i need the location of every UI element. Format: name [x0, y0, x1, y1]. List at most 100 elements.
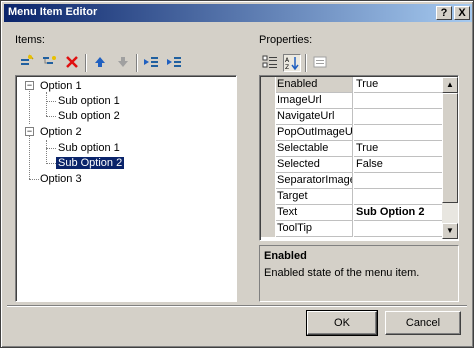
- svg-text:Z: Z: [285, 64, 289, 71]
- svg-text:A: A: [285, 57, 290, 64]
- tree-connector: [46, 116, 56, 117]
- property-value[interactable]: Sub Option 2: [354, 205, 443, 221]
- close-button[interactable]: X: [454, 6, 470, 20]
- add-root-item-icon[interactable]: [17, 54, 35, 72]
- add-child-item-icon[interactable]: [40, 54, 58, 72]
- window-title: Menu Item Editor: [8, 6, 98, 18]
- move-up-icon[interactable]: [91, 54, 109, 72]
- tree-node-label: Option 2: [40, 126, 82, 138]
- property-name[interactable]: Target: [276, 189, 353, 205]
- property-row-margin: [261, 205, 275, 221]
- property-row[interactable]: ToolTip: [261, 221, 443, 237]
- collapse-icon[interactable]: −: [25, 81, 34, 90]
- dialog-divider: [7, 305, 467, 307]
- property-description-panel: Enabled Enabled state of the menu item.: [259, 245, 459, 302]
- property-value[interactable]: [354, 221, 443, 237]
- ok-button[interactable]: OK: [306, 310, 378, 336]
- property-pages-icon[interactable]: [311, 54, 329, 72]
- property-row-margin: [261, 77, 275, 93]
- property-row-margin: [261, 125, 275, 141]
- property-row[interactable]: Selectable True: [261, 141, 443, 157]
- menu-item-editor-window: Menu Item Editor ? X Items: − Option 1 S…: [0, 0, 474, 348]
- tree-node-label: Sub Option 2: [56, 157, 125, 169]
- scroll-down-arrow-icon[interactable]: ▼: [442, 223, 458, 239]
- property-row-margin: [261, 157, 275, 173]
- property-row[interactable]: Selected False: [261, 157, 443, 173]
- alphabetical-icon[interactable]: AZ: [283, 54, 301, 72]
- property-name[interactable]: PopOutImageUr: [276, 125, 353, 141]
- property-name[interactable]: Selected: [276, 157, 353, 173]
- items-tree[interactable]: − Option 1 Sub option 1 Sub option 2 − O…: [15, 75, 237, 302]
- tree-connector: [46, 101, 56, 102]
- property-value[interactable]: [354, 93, 443, 109]
- property-name[interactable]: ImageUrl: [276, 93, 353, 109]
- property-name[interactable]: NavigateUrl: [276, 109, 353, 125]
- scroll-up-arrow-icon[interactable]: ▲: [442, 77, 458, 93]
- tree-node-label: Sub option 1: [58, 142, 120, 154]
- tree-connector: [46, 148, 56, 149]
- tree-connector: [29, 179, 39, 180]
- indent-icon[interactable]: [165, 54, 183, 72]
- property-value[interactable]: False: [354, 157, 443, 173]
- property-grid-rows: Enabled True ImageUrl NavigateUrl PopOutImag…: [261, 77, 443, 239]
- property-value[interactable]: [354, 125, 443, 141]
- property-name[interactable]: Enabled: [276, 77, 353, 93]
- tree-node-sub-option-2[interactable]: Sub option 2: [58, 108, 120, 124]
- move-down-icon[interactable]: [114, 54, 132, 72]
- items-label: Items:: [15, 34, 45, 46]
- property-row[interactable]: SeparatorImage: [261, 173, 443, 189]
- property-grid-scrollbar[interactable]: ▲ ▼: [442, 77, 458, 239]
- tree-node-sub-option-2-selected[interactable]: Sub Option 2: [56, 155, 125, 171]
- property-row-margin: [261, 221, 275, 237]
- tree-connector: [46, 140, 47, 164]
- property-value[interactable]: [354, 189, 443, 205]
- property-name[interactable]: Text: [276, 205, 353, 221]
- property-name[interactable]: SeparatorImage: [276, 173, 353, 189]
- outdent-icon[interactable]: [142, 54, 160, 72]
- toolbar-separator: [305, 54, 307, 72]
- property-name[interactable]: ToolTip: [276, 221, 353, 237]
- collapse-icon[interactable]: −: [25, 127, 34, 136]
- property-row-margin: [261, 189, 275, 205]
- property-row[interactable]: Text Sub Option 2: [261, 205, 443, 221]
- tree-node-label: Option 3: [40, 173, 82, 185]
- cancel-button[interactable]: Cancel: [385, 311, 461, 335]
- property-value[interactable]: [354, 109, 443, 125]
- toolbar-separator: [136, 54, 138, 72]
- property-grid[interactable]: Enabled True ImageUrl NavigateUrl PopOutImag…: [259, 75, 459, 241]
- tree-node-label: Option 1: [40, 80, 82, 92]
- property-row-margin: [261, 173, 275, 189]
- property-row[interactable]: ImageUrl: [261, 93, 443, 109]
- tree-node-label: Sub option 2: [58, 110, 120, 122]
- property-row-margin: [261, 109, 275, 125]
- help-button[interactable]: ?: [436, 6, 452, 20]
- property-description-title: Enabled: [264, 250, 307, 262]
- property-value[interactable]: [354, 173, 443, 189]
- property-value[interactable]: True: [354, 141, 443, 157]
- property-row[interactable]: PopOutImageUr: [261, 125, 443, 141]
- property-row[interactable]: Enabled True: [261, 77, 443, 93]
- scroll-thumb[interactable]: [442, 93, 458, 203]
- property-name[interactable]: Selectable: [276, 141, 353, 157]
- tree-node-label: Sub option 1: [58, 95, 120, 107]
- tree-connector: [46, 92, 47, 116]
- property-row-margin: [261, 141, 275, 157]
- toolbar-separator: [85, 54, 87, 72]
- tree-connector: [46, 163, 56, 164]
- items-toolbar: [15, 51, 185, 75]
- tree-node-sub-option-1[interactable]: Sub option 1: [58, 93, 120, 109]
- tree-connector: [29, 131, 30, 179]
- tree-node-sub-option-1[interactable]: Sub option 1: [58, 140, 120, 156]
- categorized-icon[interactable]: [261, 54, 279, 72]
- tree-connector: [29, 84, 30, 124]
- title-bar[interactable]: Menu Item Editor ? X: [4, 4, 472, 22]
- properties-toolbar: AZ: [259, 51, 339, 75]
- tree-node-option-3[interactable]: Option 3: [40, 171, 82, 187]
- property-row-margin: [261, 93, 275, 109]
- property-row[interactable]: NavigateUrl: [261, 109, 443, 125]
- properties-label: Properties:: [259, 34, 313, 46]
- property-row[interactable]: Target: [261, 189, 443, 205]
- delete-item-icon[interactable]: [63, 54, 81, 72]
- property-value[interactable]: True: [354, 77, 443, 93]
- property-description-text: Enabled state of the menu item.: [264, 267, 420, 279]
